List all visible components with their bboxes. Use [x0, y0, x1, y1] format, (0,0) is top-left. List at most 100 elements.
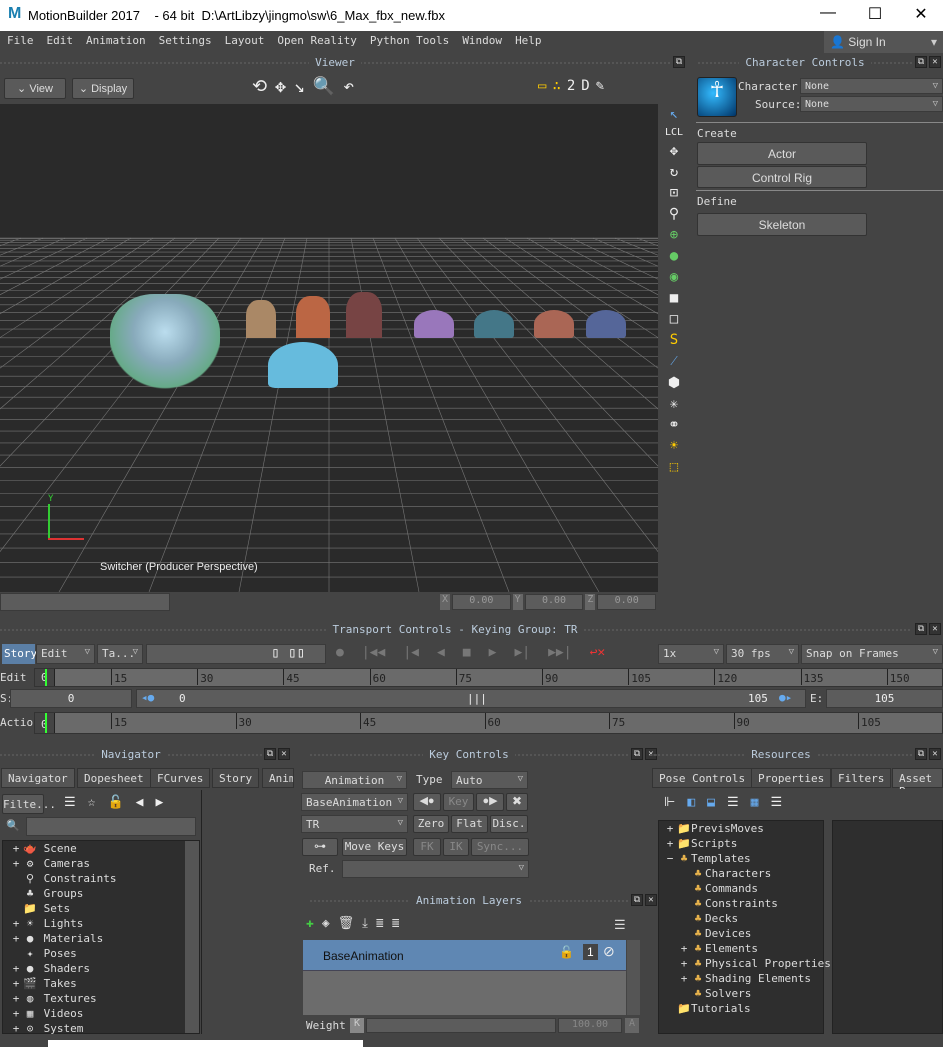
dolly-icon[interactable]: ↘: [294, 76, 313, 97]
resource-item[interactable]: ♣ Decks: [663, 912, 823, 927]
display-menu-button[interactable]: ⌄ Display: [72, 78, 134, 99]
range-end-handle[interactable]: ●▸: [779, 691, 792, 704]
duplicate-layer-icon[interactable]: ◈: [322, 916, 330, 931]
sync-button[interactable]: Sync...: [471, 838, 529, 856]
tab-fcurves[interactable]: FCurves: [150, 768, 211, 788]
navigator-item-materials[interactable]: + ● Materials: [9, 932, 199, 947]
transform-icon[interactable]: ◉: [670, 269, 678, 285]
float-panel-icon[interactable]: ⧉: [673, 56, 685, 68]
navigator-item-textures[interactable]: + ◍ Textures: [9, 992, 199, 1007]
menu-open-reality[interactable]: Open Reality: [270, 31, 362, 47]
move-up-layer-icon[interactable]: ≣: [376, 916, 384, 931]
expand-icon[interactable]: +: [677, 957, 691, 970]
close-panel-icon[interactable]: ✕: [929, 56, 941, 68]
scene-model[interactable]: [296, 296, 330, 338]
range-grip-icon[interactable]: |||: [467, 692, 487, 705]
tab-story[interactable]: Story: [212, 768, 260, 788]
delete-layer-icon[interactable]: 🗑: [338, 916, 355, 931]
zero-button[interactable]: Zero: [413, 815, 449, 833]
camera-icon[interactable]: ⚭: [668, 417, 680, 433]
resource-item[interactable]: + ♣ Shading Elements: [663, 972, 823, 987]
manipulator-icon[interactable]: ⚲: [669, 206, 679, 222]
expand-icon[interactable]: +: [9, 932, 23, 945]
scene-model[interactable]: [534, 310, 574, 338]
float-panel-icon[interactable]: ⧉: [631, 748, 643, 760]
edit-timeline[interactable]: 0 153045607590105120135150: [34, 668, 943, 687]
expand-icon[interactable]: +: [9, 1022, 23, 1035]
filter-button[interactable]: Filte...: [2, 794, 56, 814]
grid-view-icon[interactable]: ▦: [751, 795, 759, 810]
expand-icon[interactable]: +: [9, 1007, 23, 1020]
move-keys-button[interactable]: Move Keys: [342, 838, 407, 856]
key-button[interactable]: Key: [443, 793, 474, 811]
expand-icon[interactable]: +: [9, 917, 23, 930]
skeleton-button[interactable]: Skeleton: [697, 213, 867, 236]
scene-model[interactable]: [474, 310, 514, 338]
tab-filters[interactable]: Filters: [831, 768, 892, 788]
ref-dropdown[interactable]: [342, 860, 529, 878]
add-layer-icon[interactable]: ✚: [306, 916, 314, 931]
frame-icon[interactable]: ⬚: [670, 459, 678, 475]
tab-properties[interactable]: Properties: [751, 768, 832, 788]
scene-model[interactable]: [246, 300, 276, 338]
close-panel-icon[interactable]: ✕: [929, 623, 941, 635]
menu-window[interactable]: Window: [455, 31, 508, 47]
select-icon[interactable]: ↖: [670, 106, 678, 122]
spline-icon[interactable]: S: [670, 332, 678, 348]
minimize-button[interactable]: —: [808, 4, 848, 22]
weight-key-button[interactable]: K: [350, 1018, 364, 1033]
resource-item[interactable]: + 📁PrevisMoves: [663, 822, 823, 837]
scale-icon[interactable]: ⊡: [670, 185, 678, 201]
menu-edit[interactable]: Edit: [40, 31, 80, 47]
tab-dopesheet[interactable]: Dopesheet: [77, 768, 151, 788]
navigator-item-groups[interactable]: ♣ Groups: [9, 887, 199, 902]
play-icon[interactable]: ▶: [489, 645, 497, 660]
navigator-item-shaders[interactable]: + ● Shaders: [9, 962, 199, 977]
resource-item[interactable]: + 📁Scripts: [663, 837, 823, 852]
lock-icon[interactable]: 🔓: [107, 795, 123, 810]
float-panel-icon[interactable]: ⧉: [915, 748, 927, 760]
loop-icon[interactable]: ↩✕: [590, 645, 606, 660]
control-rig-button[interactable]: Control Rig: [697, 166, 867, 188]
type-dropdown[interactable]: Auto: [451, 771, 528, 789]
key-icon-button[interactable]: ⊶: [302, 838, 338, 856]
scene-model-palace[interactable]: [110, 294, 220, 389]
navigator-scrollbar[interactable]: [185, 841, 199, 1033]
menu-layout[interactable]: Layout: [218, 31, 271, 47]
navigator-item-videos[interactable]: + ▦ Videos: [9, 1007, 199, 1022]
speed-dropdown[interactable]: 1x: [658, 644, 724, 664]
cube-outline-icon[interactable]: □: [670, 311, 678, 327]
record-icon[interactable]: ●: [336, 645, 344, 660]
navigator-item-scene[interactable]: + 🫖 Scene: [9, 842, 199, 857]
navigator-item-sets[interactable]: 📁 Sets: [9, 902, 199, 917]
ik-button[interactable]: IK: [443, 838, 469, 856]
expand-icon[interactable]: +: [9, 992, 23, 1005]
expand-icon[interactable]: +: [9, 977, 23, 990]
maximize-button[interactable]: ☐: [855, 4, 895, 24]
expand-icon[interactable]: +: [9, 857, 23, 870]
go-start-icon[interactable]: |◀◀: [362, 645, 385, 660]
layer-row[interactable]: BaseAnimation 🔓 1 ⊘: [303, 940, 626, 971]
resource-item[interactable]: ♣ Solvers: [663, 987, 823, 1002]
local-icon[interactable]: LCL: [665, 127, 683, 138]
play-back-icon[interactable]: ◀: [437, 645, 445, 660]
orbit-icon[interactable]: ⟲: [252, 76, 275, 97]
weight-slider[interactable]: [366, 1018, 556, 1033]
resource-item[interactable]: ♣ Commands: [663, 882, 823, 897]
viewport-3d[interactable]: Y Switcher (Producer Perspective): [0, 104, 658, 592]
scene-model[interactable]: [346, 292, 382, 338]
resource-item[interactable]: + ♣ Elements: [663, 942, 823, 957]
edit-mode-dropdown[interactable]: Edit: [36, 644, 95, 664]
resource-item[interactable]: 📁Tutorials: [663, 1002, 823, 1017]
prev-key-icon[interactable]: |◀: [403, 645, 419, 660]
marker-icon[interactable]: ⁄: [673, 353, 675, 370]
navigator-item-poses[interactable]: ✦ Poses: [9, 947, 199, 962]
scene-model[interactable]: [586, 310, 626, 338]
ruler-icon[interactable]: ▭: [538, 78, 552, 94]
split-horizontal-icon[interactable]: ⬓: [707, 795, 715, 810]
details-view-icon[interactable]: ☰: [770, 795, 782, 810]
resource-item[interactable]: ♣ Characters: [663, 867, 823, 882]
navigator-item-takes[interactable]: + 🎬 Takes: [9, 977, 199, 992]
expand-icon[interactable]: +: [9, 842, 23, 855]
layer-lock-icon[interactable]: 🔓: [559, 945, 574, 959]
